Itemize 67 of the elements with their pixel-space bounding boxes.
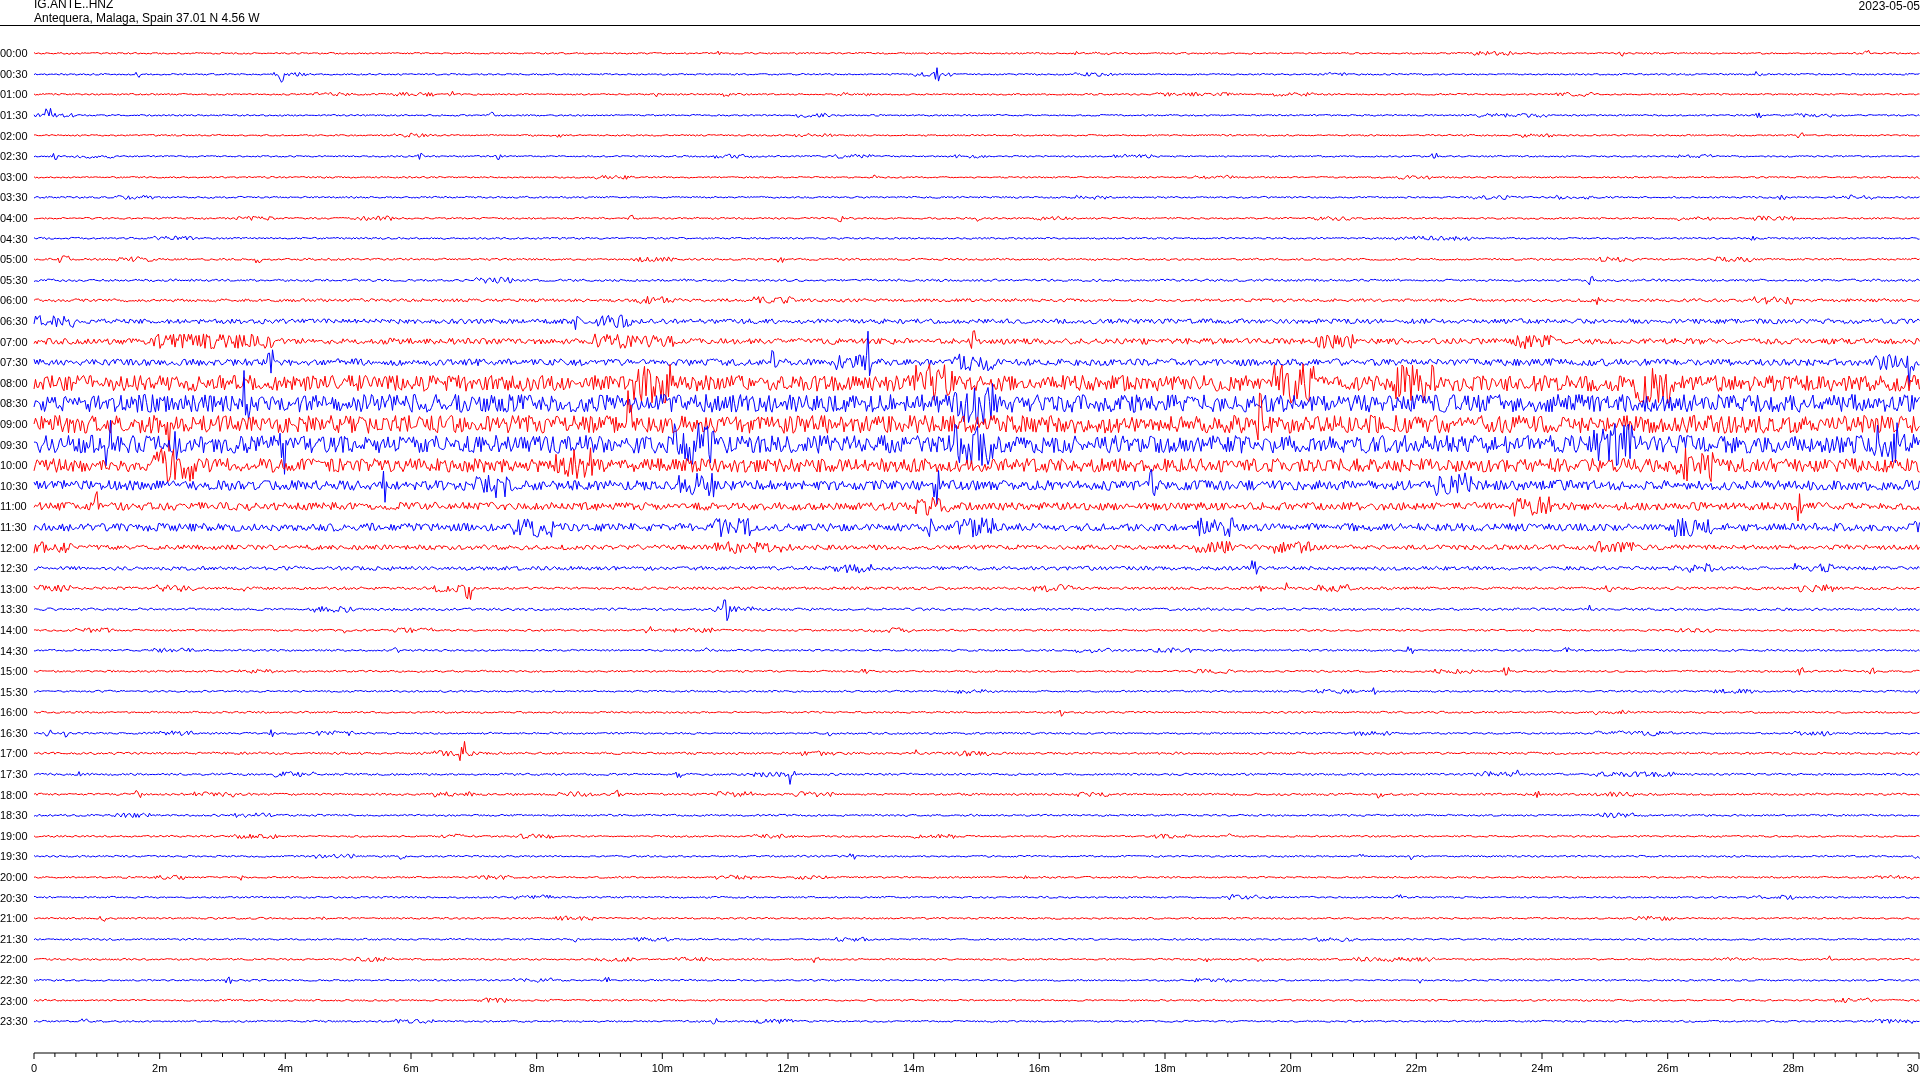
time-label: 14:00 [0, 623, 29, 636]
time-label: 01:00 [0, 88, 29, 101]
time-label: 15:30 [0, 685, 29, 698]
time-label: 04:30 [0, 232, 29, 245]
time-label: 00:00 [0, 47, 29, 60]
time-label: 13:30 [0, 603, 29, 616]
time-label: 09:30 [0, 438, 29, 451]
time-label: 19:00 [0, 829, 29, 842]
time-label: 11:30 [0, 520, 28, 533]
axis-tick-label: 26m [1656, 1061, 1679, 1074]
time-label: 06:30 [0, 315, 29, 327]
axis-tick-label: 10m [651, 1061, 674, 1074]
time-label: 19:30 [0, 850, 29, 863]
time-label: 20:00 [0, 871, 29, 884]
time-label: 05:30 [0, 273, 29, 286]
time-label: 20:30 [0, 891, 29, 904]
time-label: 23:30 [0, 1015, 29, 1028]
axis-tick-label: 24m [1531, 1061, 1553, 1074]
time-label: 08:30 [0, 397, 29, 410]
axis-tick-label: 16m [1028, 1061, 1051, 1074]
time-label: 09:00 [0, 418, 29, 430]
time-label: 14:30 [0, 644, 29, 657]
time-label: 21:30 [0, 932, 29, 945]
time-label: 00:30 [0, 67, 29, 80]
axis-tick-label: 12m [777, 1061, 799, 1074]
time-label: 12:00 [0, 541, 29, 554]
axis-tick-label: 4m [277, 1061, 293, 1074]
time-label: 11:00 [0, 500, 28, 513]
time-label: 13:00 [0, 582, 29, 595]
axis-tick-label: 8m [529, 1061, 545, 1074]
station-location: Antequera, Malaga, Spain 37.01 N 4.56 W [34, 11, 260, 25]
time-label: 22:00 [0, 953, 29, 966]
time-label: 16:30 [0, 726, 29, 739]
time-label: 22:30 [0, 974, 29, 986]
time-label: 17:00 [0, 747, 29, 760]
axis-tick-label: 0 [30, 1061, 38, 1074]
time-label: 10:30 [0, 479, 29, 492]
time-label: 03:30 [0, 191, 29, 204]
axis-tick-label: 14m [902, 1061, 925, 1074]
time-label: 08:00 [0, 376, 29, 389]
axis-tick-label: 2m [152, 1061, 168, 1074]
time-label: 01:30 [0, 109, 29, 122]
time-label: 12:30 [0, 562, 29, 575]
axis-tick-label: 6m [403, 1061, 419, 1074]
time-label: 02:30 [0, 150, 29, 163]
time-label: 10:00 [0, 459, 29, 472]
time-label: 18:30 [0, 809, 29, 822]
axis-tick-label: 20m [1279, 1061, 1302, 1074]
time-label: 18:00 [0, 788, 29, 801]
time-label: 23:00 [0, 994, 29, 1007]
time-label: 07:00 [0, 335, 29, 348]
time-label: 17:30 [0, 768, 29, 781]
axis-tick-label: 30 [1906, 1061, 1919, 1074]
axis-tick-label: 28m [1782, 1061, 1805, 1074]
time-label: 16:00 [0, 706, 29, 719]
axis-tick-label: 18m [1154, 1061, 1176, 1074]
time-label: 05:00 [0, 253, 29, 266]
date-label: 2023-05-05 [1858, 0, 1920, 13]
time-label: 06:00 [0, 294, 29, 307]
axis-tick-label: 22m [1405, 1061, 1428, 1074]
time-label: 02:00 [0, 129, 29, 142]
time-label: 15:00 [0, 665, 29, 678]
station-code: IG.ANTE..HNZ [34, 0, 115, 11]
time-label: 04:00 [0, 212, 29, 225]
time-label: 21:00 [0, 912, 29, 925]
time-label: 03:00 [0, 170, 29, 183]
time-label: 07:30 [0, 356, 29, 369]
